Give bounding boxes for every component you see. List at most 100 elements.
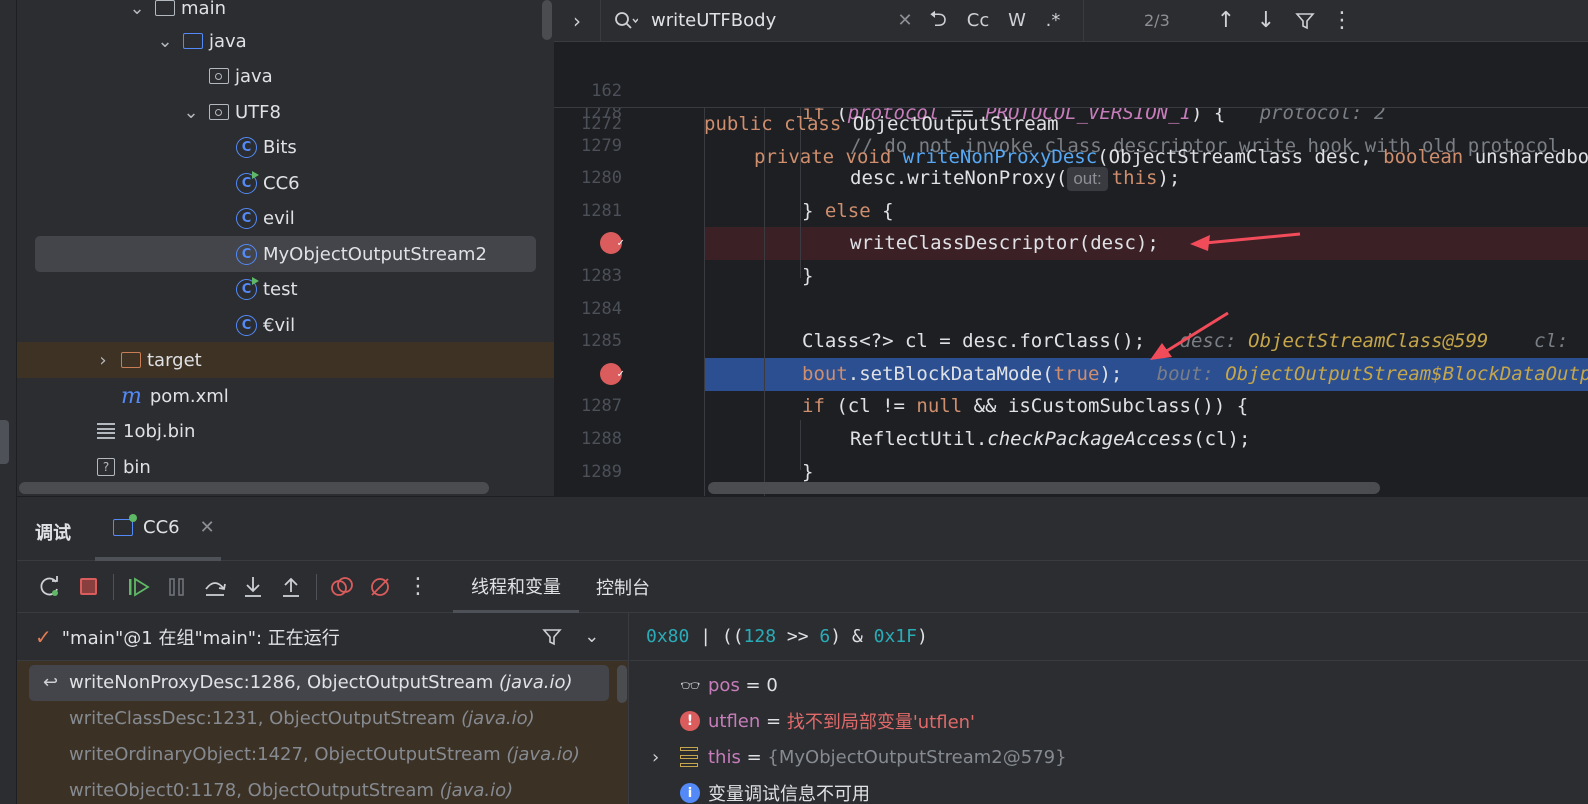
line-number: 1287 — [581, 396, 622, 417]
clear-search-icon[interactable]: ✕ — [891, 6, 919, 36]
resume-icon[interactable] — [120, 568, 158, 606]
breakpoint-icon[interactable] — [600, 357, 624, 390]
multiline-wrap-icon[interactable]: ⮌ — [919, 6, 957, 36]
session-tab-cc6[interactable]: CC6 ✕ — [95, 497, 221, 561]
filter-icon[interactable] — [1286, 6, 1324, 36]
code-text: ReflectUtil.checkPackageAccess(cl); — [850, 423, 1250, 456]
view-breakpoints-icon[interactable] — [323, 568, 361, 606]
tree-item-java-package[interactable]: java — [17, 58, 554, 94]
tree-item-1obj-bin[interactable]: 1obj.bin — [17, 413, 554, 449]
expression-token: | (( — [689, 626, 744, 647]
filter-icon[interactable] — [532, 627, 572, 647]
more-options-icon[interactable]: ⋮ — [399, 568, 437, 606]
expression-token: ) — [916, 626, 928, 647]
code-token: true — [1053, 362, 1100, 385]
frame-item[interactable]: writeObject0:1178, ObjectOutputStream (j… — [29, 773, 609, 804]
evaluate-expression-field[interactable]: 0x80 | ((128 >> 6) & 0x1F) — [630, 613, 1588, 661]
step-over-icon[interactable] — [196, 568, 234, 606]
editor-horizontal-scrollbar[interactable] — [708, 482, 1380, 494]
frames-list: ↩ writeNonProxyDesc:1286, ObjectOutputSt… — [17, 661, 628, 804]
close-icon[interactable]: ✕ — [200, 517, 215, 538]
frames-scrollbar[interactable] — [617, 665, 627, 703]
variable-utflen[interactable]: ! utflen = 找不到局部变量'utflen' — [680, 703, 975, 739]
line-number: 1285 — [581, 331, 622, 352]
chevron-right-icon[interactable]: › — [95, 350, 111, 371]
object-icon — [680, 747, 698, 767]
expression-token: >> — [776, 626, 820, 647]
code-token: private void — [754, 146, 903, 168]
code-token: ObjectOutputStream$BlockDataOutputStream — [1225, 362, 1588, 385]
sticky-lines: 162 public class ObjectOutputStream 1272… — [554, 42, 1588, 168]
code-line[interactable]: 1287 if (cl != null && isCustomSubclass()… — [554, 390, 1588, 423]
variable-pos[interactable]: 👓︎ pos = 0 — [680, 667, 778, 703]
code-line[interactable]: 1284 — [554, 293, 1588, 326]
code-token: unsharedboolean unshared — [1474, 146, 1588, 168]
tree-item-cc6[interactable]: C CC6 — [17, 165, 554, 201]
code-text: if (cl != null && isCustomSubclass()) { — [802, 390, 1248, 423]
frame-item[interactable]: writeOrdinaryObject:1427, ObjectOutputSt… — [29, 737, 609, 773]
tree-item-euro-vil[interactable]: C €vil — [17, 307, 554, 343]
code-line[interactable]: 1283} — [554, 260, 1588, 293]
tree-horizontal-scrollbar[interactable] — [19, 482, 489, 494]
debug-title: 调试 — [35, 523, 71, 544]
code-text: writeClassDescriptor(desc); — [850, 227, 1159, 260]
class-icon: C — [236, 314, 257, 336]
tree-item-target[interactable]: › target — [17, 342, 554, 378]
tree-item-utf8[interactable]: ⌄ UTF8 — [17, 94, 554, 130]
rerun-icon[interactable] — [31, 568, 69, 606]
tree-item-test[interactable]: C test — [17, 271, 554, 307]
chevron-right-icon[interactable]: › — [652, 747, 680, 768]
unknown-file-icon: ? — [97, 458, 115, 476]
code-line[interactable]: bout.setBlockDataMode(true); bout: Objec… — [554, 357, 1588, 391]
search-icon[interactable] — [601, 6, 651, 36]
tree-vertical-scrollbar[interactable] — [542, 0, 552, 40]
whole-words-toggle[interactable]: W — [999, 6, 1035, 36]
thread-selector[interactable]: ✓ "main"@1 在组"main": 正在运行 ⌄ — [17, 613, 628, 661]
tree-item-bits[interactable]: C Bits — [17, 129, 554, 165]
code-token: null — [916, 395, 974, 418]
pause-icon[interactable] — [158, 568, 196, 606]
breakpoint-icon[interactable] — [600, 226, 624, 259]
frame-item[interactable]: writeClassDesc:1231, ObjectOutputStream … — [29, 701, 609, 737]
tree-item-java-src[interactable]: ⌄ java — [17, 23, 554, 59]
code-line[interactable]: 1281} else { — [554, 195, 1588, 228]
step-into-icon[interactable] — [234, 568, 272, 606]
tree-item-bin[interactable]: ? bin — [17, 449, 554, 485]
chevron-down-icon[interactable]: ⌄ — [183, 102, 199, 123]
code-text: Class<?> cl = desc.forClass(); desc: Obj… — [802, 325, 1580, 358]
tree-item-evil[interactable]: C evil — [17, 200, 554, 236]
class-icon: C — [236, 243, 257, 265]
tree-item-pom[interactable]: m pom.xml — [17, 378, 554, 414]
variable-this[interactable]: › this = {MyObjectOutputStream2@579} — [652, 739, 1067, 775]
regex-toggle[interactable]: .* — [1035, 6, 1071, 36]
code-token: bout — [802, 362, 848, 385]
more-options-icon[interactable]: ⋮ — [1324, 6, 1360, 36]
watch-icon: 👓︎ — [680, 675, 701, 695]
line-number: 1284 — [581, 298, 622, 319]
chevron-down-icon[interactable]: ⌄ — [157, 31, 173, 52]
stop-icon[interactable] — [69, 568, 107, 606]
previous-occurrence-icon[interactable]: ↑ — [1206, 6, 1246, 36]
next-occurrence-icon[interactable]: ↓ — [1246, 6, 1286, 36]
chevron-down-icon[interactable]: ⌄ — [129, 0, 145, 19]
code-line[interactable]: 1285 Class<?> cl = desc.forClass(); desc:… — [554, 325, 1588, 358]
code-token: } — [802, 460, 814, 483]
chevron-down-icon[interactable]: ⌄ — [572, 626, 612, 647]
code-editor[interactable]: › writeUTFBody ✕ ⮌ Cc W .* 2/3 ↑ ↓ ⋮ 162… — [554, 0, 1588, 496]
debug-tool-window: 调试 CC6 ✕ ⋮ 线程和变量 控制台 ✓ "main"@1 在组"main"… — [17, 496, 1588, 804]
tab-threads-variables[interactable]: 线程和变量 — [453, 561, 579, 613]
match-case-toggle[interactable]: Cc — [957, 6, 999, 36]
left-strip-handle[interactable] — [0, 420, 9, 464]
frame-item[interactable]: ↩ writeNonProxyDesc:1286, ObjectOutputSt… — [29, 665, 609, 701]
tree-item-myobjectoutputstream2[interactable]: C MyObjectOutputStream2 — [35, 236, 536, 272]
code-line[interactable]: 1288 ReflectUtil.checkPackageAccess(cl); — [554, 423, 1588, 456]
expression-token: 128 — [743, 626, 777, 647]
step-out-icon[interactable] — [272, 568, 310, 606]
class-icon: C — [236, 207, 257, 229]
mute-breakpoints-icon[interactable] — [361, 568, 399, 606]
chevron-right-icon[interactable]: › — [554, 6, 600, 36]
code-line[interactable]: writeClassDescriptor(desc); — [554, 226, 1588, 261]
find-query-input[interactable]: writeUTFBody — [651, 10, 891, 31]
code-token: ObjectOutputStream — [852, 113, 1059, 135]
tab-console[interactable]: 控制台 — [587, 561, 659, 613]
